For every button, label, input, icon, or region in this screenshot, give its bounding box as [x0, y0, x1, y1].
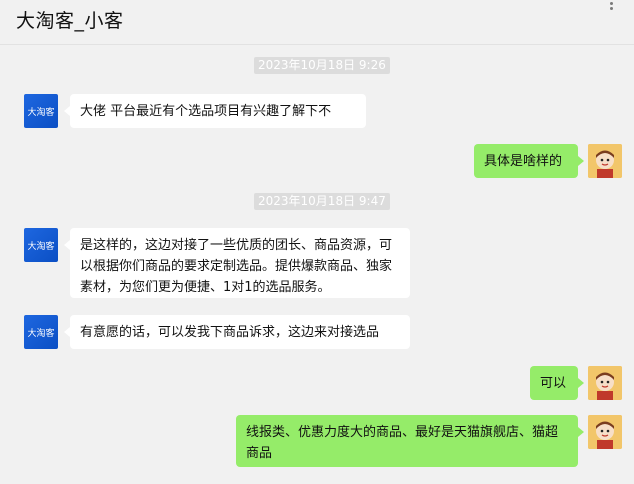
message-bubble: 大佬 平台最近有个选品项目有兴趣了解下不 [64, 94, 366, 128]
message-bubble: 是这样的，这边对接了一些优质的团长、商品资源，可以根据你们商品的要求定制选品。提… [64, 228, 410, 298]
user-avatar[interactable] [588, 366, 622, 400]
user-avatar[interactable] [588, 144, 622, 178]
timestamp: 2023年10月18日 9:47 [254, 193, 390, 210]
more-dots-icon[interactable] [610, 2, 624, 12]
brand-avatar[interactable]: 大淘客 [24, 94, 58, 128]
message-bubble: 有意愿的话，可以发我下商品诉求，这边来对接选品 [64, 315, 410, 349]
brand-avatar[interactable]: 大淘客 [24, 315, 58, 349]
chat-header: 大淘客_小客 [0, 0, 634, 45]
message-bubble: 具体是啥样的 [474, 144, 584, 178]
timestamp: 2023年10月18日 9:26 [254, 57, 390, 74]
message-bubble: 可以 [530, 366, 584, 400]
brand-avatar[interactable]: 大淘客 [24, 228, 58, 262]
message-bubble: 线报类、优惠力度大的商品、最好是天猫旗舰店、猫超商品 [236, 415, 584, 467]
chat-title: 大淘客_小客 [16, 10, 124, 32]
user-avatar[interactable] [588, 415, 622, 449]
